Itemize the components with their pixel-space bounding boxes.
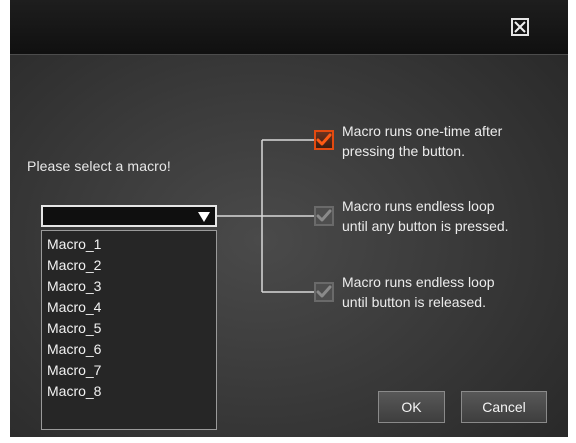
option-endless-any-button-label: Macro runs endless loop until any button… xyxy=(342,196,568,236)
option-label-line: Macro runs endless loop xyxy=(342,198,495,214)
list-item[interactable]: Macro_1 xyxy=(42,234,216,255)
option-one-time-label: Macro runs one-time after pressing the b… xyxy=(342,121,568,161)
list-item[interactable]: Macro_3 xyxy=(42,276,216,297)
checkmark-icon xyxy=(316,285,332,298)
cancel-button[interactable]: Cancel xyxy=(461,391,547,423)
title-bar xyxy=(10,0,568,54)
list-item[interactable]: Macro_4 xyxy=(42,297,216,318)
macro-list[interactable]: Macro_1 Macro_2 Macro_3 Macro_4 Macro_5 … xyxy=(41,230,217,430)
checkmark-icon xyxy=(316,209,332,222)
option-endless-until-released-label: Macro runs endless loop until button is … xyxy=(342,272,568,312)
option-label-line: Macro runs endless loop xyxy=(342,274,495,290)
option-label-line: Macro runs one-time after xyxy=(342,123,503,139)
prompt-label: Please select a macro! xyxy=(27,158,171,174)
list-item[interactable]: Macro_5 xyxy=(42,318,216,339)
option-label-line: pressing the button. xyxy=(342,143,465,159)
list-item[interactable]: Macro_6 xyxy=(42,339,216,360)
macro-select[interactable] xyxy=(41,205,217,227)
list-item[interactable]: Macro_7 xyxy=(42,360,216,381)
checkbox-one-time[interactable] xyxy=(314,130,334,150)
close-icon[interactable] xyxy=(511,18,529,36)
option-label-line: until button is released. xyxy=(342,294,486,310)
list-item[interactable]: Macro_2 xyxy=(42,255,216,276)
dropdown-arrow-icon[interactable] xyxy=(197,210,211,228)
list-item[interactable]: Macro_8 xyxy=(42,381,216,402)
macro-dialog: Please select a macro! Macro_1 Macro_2 M… xyxy=(10,0,568,437)
checkbox-endless-any-button[interactable] xyxy=(314,206,334,226)
checkmark-icon xyxy=(316,133,332,146)
ok-button[interactable]: OK xyxy=(378,391,445,423)
checkbox-endless-until-released[interactable] xyxy=(314,282,334,302)
option-label-line: until any button is pressed. xyxy=(342,218,509,234)
